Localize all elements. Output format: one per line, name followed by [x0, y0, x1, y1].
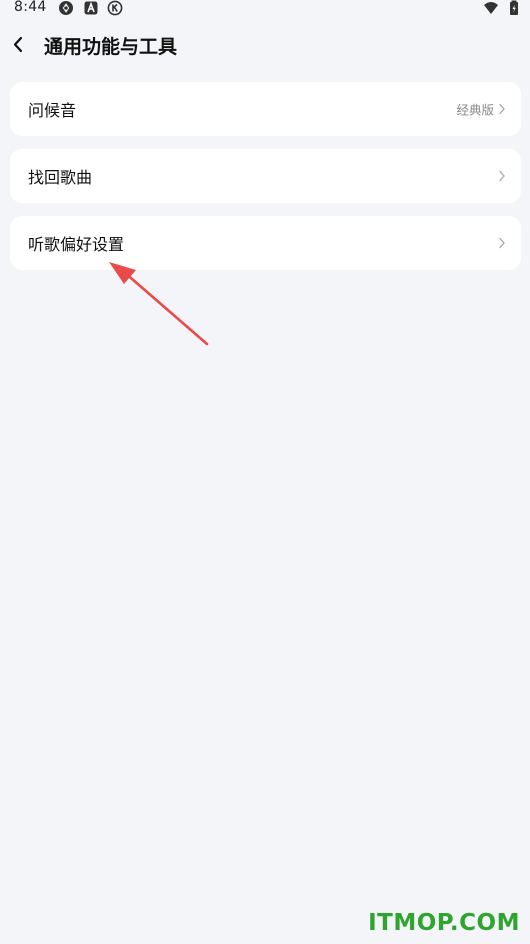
a-badge-icon [84, 1, 98, 15]
chevron-right-icon [499, 170, 505, 182]
page-title: 通用功能与工具 [44, 36, 178, 58]
listening-preferences-item[interactable]: 听歌偏好设置 [10, 216, 521, 270]
watermark: ITMOP.COM [368, 910, 520, 936]
chevron-left-icon [13, 36, 23, 53]
chevron-right-icon [499, 237, 505, 249]
sync-icon [59, 1, 73, 15]
battery-icon [510, 0, 518, 15]
chevron-right-icon [499, 103, 505, 115]
nav-bar: 通用功能与工具 [0, 26, 530, 66]
status-bar: 8:44 [0, 0, 530, 18]
listening-preferences-label: 听歌偏好设置 [28, 235, 125, 254]
greeting-tone-label: 问候音 [28, 101, 77, 120]
recover-songs-label: 找回歌曲 [28, 168, 93, 187]
greeting-tone-value: 经典版 [456, 102, 494, 118]
back-button[interactable] [6, 30, 36, 60]
wifi-icon [484, 2, 498, 14]
greeting-tone-item[interactable]: 问候音 经典版 [10, 82, 521, 136]
status-time: 8:44 [14, 0, 47, 15]
recover-songs-item[interactable]: 找回歌曲 [10, 149, 521, 203]
k-circle-icon [107, 0, 123, 16]
